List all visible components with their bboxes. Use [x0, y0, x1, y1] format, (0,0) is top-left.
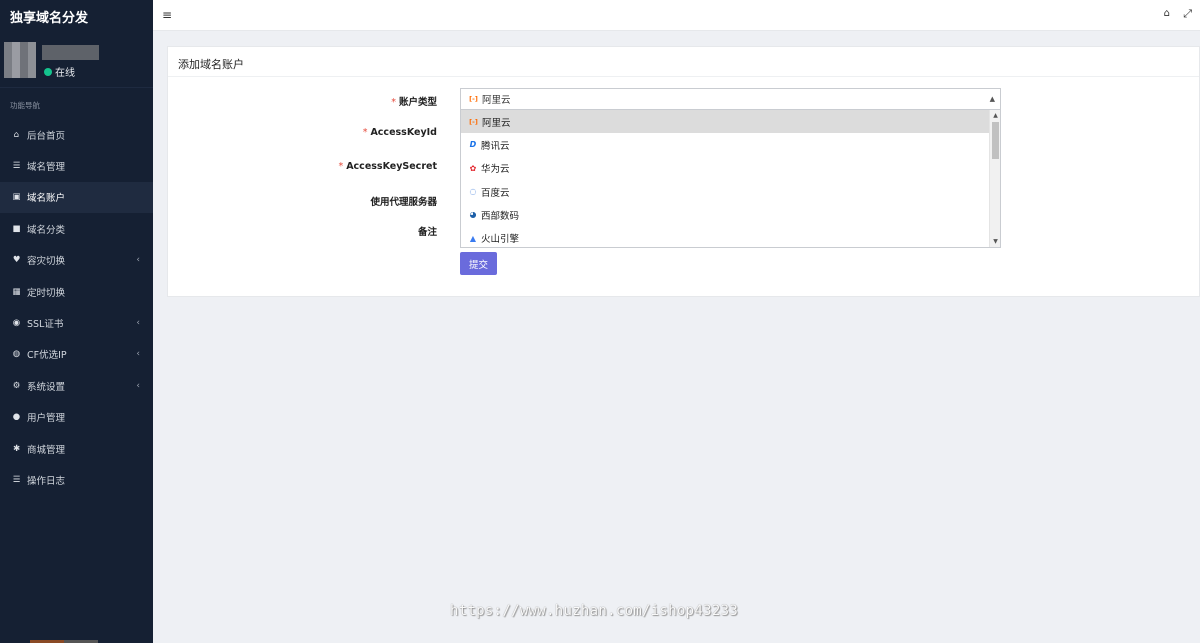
sidebar-item-label: 域名分类: [27, 224, 66, 236]
sidebar-item-failover[interactable]: ♥ 容灾切换 ‹: [0, 245, 153, 276]
label-text: AccessKeySecret: [346, 161, 437, 172]
required-mark: *: [338, 161, 344, 172]
sidebar-item-label: 系统设置: [27, 381, 66, 393]
aliyun-icon: [-]: [469, 95, 478, 103]
huawei-icon: ✿: [469, 163, 477, 173]
sidebar-item-users[interactable]: ● 用户管理: [0, 402, 153, 433]
label-account-type: * 账户类型: [391, 94, 437, 108]
certificate-icon: ◉: [12, 318, 21, 329]
sidebar-item-label: SSL证书: [27, 319, 64, 331]
user-icon: ●: [12, 412, 21, 423]
chevron-left-icon: ‹: [136, 318, 140, 329]
sidebar-item-home[interactable]: ⌂ 后台首页: [0, 119, 153, 150]
label-text: AccessKeyId: [370, 127, 437, 138]
lock-icon: ▣: [12, 192, 21, 203]
user-panel: 在线: [0, 31, 153, 88]
list-icon: ☰: [12, 161, 21, 172]
sidebar-item-domain-category[interactable]: ■ 域名分类: [0, 213, 153, 244]
aliyun-icon: [-]: [469, 117, 478, 126]
avatar: [4, 42, 36, 78]
fullscreen-icon[interactable]: ⤢: [1183, 7, 1192, 21]
baidu-icon: ◌: [469, 187, 477, 197]
account-type-dropdown: [-] 阿里云 D 腾讯云 ✿ 华为云 ◌ 百度云 ◕ 西部数码 ▲ 火山引擎 ▲ ▼: [460, 110, 1001, 248]
required-mark: *: [362, 127, 368, 138]
heartbeat-icon: ♥: [12, 255, 21, 266]
scrollbar-thumb[interactable]: [992, 122, 999, 159]
watermark: https://www.huzhan.com/ishop43233: [450, 603, 739, 619]
sidebar-item-label: 商城管理: [27, 444, 66, 456]
submit-button[interactable]: 提交: [460, 252, 497, 275]
menu-toggle-icon[interactable]: ≡: [162, 8, 172, 22]
label-proxy: 使用代理服务器: [370, 197, 437, 208]
account-type-select[interactable]: [-] 阿里云 ▲: [460, 88, 1001, 110]
caret-up-icon: ▲: [989, 95, 995, 103]
sidebar-item-label: 用户管理: [27, 413, 66, 425]
online-status: 在线: [44, 64, 75, 79]
chevron-left-icon: ‹: [136, 255, 140, 266]
label-access-key-id: * AccessKeyId: [363, 127, 437, 138]
sidebar-item-shop[interactable]: ✱ 商城管理: [0, 433, 153, 464]
sidebar-nav: ⌂ 后台首页 ☰ 域名管理 ▣ 域名账户 ■ 域名分类 ♥ 容灾切换 ‹ ▦ 定时切换 ◉ SS…: [0, 119, 153, 496]
topbar: ≡ ⌂ ⤢: [153, 0, 1200, 31]
home-icon[interactable]: ⌂: [1164, 8, 1170, 19]
cog-icon: ✱: [12, 443, 21, 454]
option-label: 百度云: [481, 187, 510, 199]
sidebar-item-logs[interactable]: ☰ 操作日志: [0, 464, 153, 495]
brand-title[interactable]: 独享域名分发: [0, 0, 153, 31]
volcengine-icon: ▲: [469, 233, 477, 243]
sidebar-item-ssl[interactable]: ◉ SSL证书 ‹: [0, 307, 153, 338]
option-west[interactable]: ◕ 西部数码: [461, 203, 989, 226]
option-huawei[interactable]: ✿ 华为云: [461, 157, 989, 180]
sidebar: 独享域名分发 在线 功能导航 ⌂ 后台首页 ☰ 域名管理 ▣ 域名账户 ■ 域名分类 ♥…: [0, 0, 153, 643]
home-icon: ⌂: [13, 129, 20, 140]
option-tencent[interactable]: D 腾讯云: [461, 133, 989, 156]
option-aliyun[interactable]: [-] 阿里云: [461, 110, 989, 134]
gears-icon: ⚙: [12, 380, 21, 391]
status-dot-icon: [44, 67, 52, 76]
username-redacted: [42, 45, 99, 60]
sidebar-item-system-settings[interactable]: ⚙ 系统设置 ‹: [0, 370, 153, 401]
add-account-card: 添加域名账户 * 账户类型 * AccessKeyId * AccessKeySecr…: [167, 46, 1200, 297]
option-label: 腾讯云: [481, 140, 510, 152]
west-icon: ◕: [469, 210, 477, 220]
sidebar-item-label: 域名账户: [27, 193, 66, 205]
option-label: 阿里云: [482, 117, 511, 129]
dropdown-scrollbar[interactable]: ▲ ▼: [989, 110, 1000, 247]
scroll-down-icon[interactable]: ▼: [990, 238, 1000, 245]
calendar-icon: ▦: [12, 286, 21, 297]
nav-header: 功能导航: [10, 101, 40, 110]
scroll-up-icon[interactable]: ▲: [990, 112, 1000, 119]
list-icon: ☰: [12, 474, 21, 485]
sidebar-item-domain-accounts[interactable]: ▣ 域名账户: [0, 181, 153, 214]
folder-icon: ■: [12, 223, 21, 234]
sidebar-item-domain-manage[interactable]: ☰ 域名管理: [0, 150, 153, 181]
sidebar-item-label: 后台首页: [27, 130, 66, 142]
card-title: 添加域名账户: [168, 47, 1199, 77]
sidebar-item-label: 定时切换: [27, 287, 66, 299]
chevron-left-icon: ‹: [136, 380, 140, 391]
label-access-key-secret: * AccessKeySecret: [338, 161, 437, 172]
sidebar-item-cf-ip[interactable]: ◍ CF优选IP ‹: [0, 339, 153, 370]
sidebar-item-label: 域名管理: [27, 162, 66, 174]
globe-icon: ◍: [12, 349, 21, 360]
option-label: 华为云: [481, 164, 510, 176]
dnspod-icon: D: [469, 140, 477, 150]
label-remark: 备注: [417, 227, 437, 238]
sidebar-item-label: 操作日志: [27, 475, 66, 487]
select-value: 阿里云: [482, 95, 511, 106]
sidebar-item-scheduled-switch[interactable]: ▦ 定时切换: [0, 276, 153, 307]
option-baidu[interactable]: ◌ 百度云: [461, 180, 989, 203]
option-volcengine[interactable]: ▲ 火山引擎: [461, 226, 989, 247]
sidebar-item-label: CF优选IP: [27, 350, 67, 362]
required-mark: *: [391, 97, 396, 108]
sidebar-item-label: 容灾切换: [27, 256, 66, 268]
status-label: 在线: [55, 68, 75, 79]
label-text: 账户类型: [398, 97, 437, 108]
chevron-left-icon: ‹: [136, 349, 140, 360]
option-label: 火山引擎: [481, 234, 520, 246]
option-label: 西部数码: [481, 210, 520, 222]
